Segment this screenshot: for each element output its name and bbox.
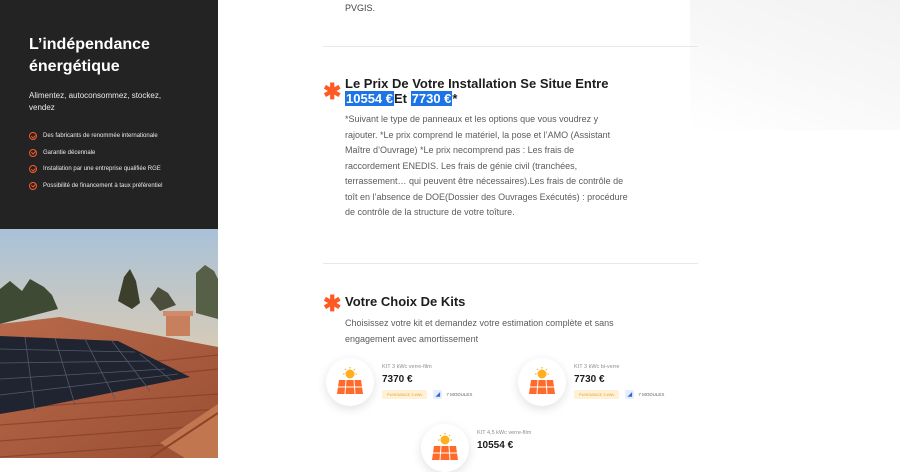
sidebar-subtitle: Alimentez, autoconsommez, stockez, vende… — [29, 91, 162, 112]
kit-price: 7370 € — [382, 374, 413, 385]
check-circle-icon — [29, 181, 37, 190]
power-badge: PUISSANCE 3 kWc — [574, 390, 620, 399]
background-decoration — [690, 0, 900, 130]
power-badge: PUISSANCE 3 kWc — [382, 390, 428, 399]
price-range: 10554 €Et 7730 €* — [345, 91, 457, 106]
feature-label: Possibilité de financement à taux préfér… — [43, 182, 163, 189]
sidebar-title: L’indépendance énergétique — [29, 36, 150, 75]
feature-item: Des fabricants de renommée international… — [29, 128, 218, 145]
section-divider — [323, 46, 698, 47]
pvgis-text: PVGIS. — [345, 3, 376, 13]
kits-heading: Votre Choix De Kits — [345, 294, 466, 309]
feature-item: Garantie décennale — [29, 145, 218, 162]
price-low: 10554 € — [345, 91, 394, 106]
price-asterisk: * — [452, 91, 458, 106]
check-circle-icon — [29, 148, 37, 157]
kit-name: KIT 3 kWc bi-verre — [574, 364, 620, 370]
feature-list: Des fabricants de renommée international… — [29, 128, 218, 194]
feature-label: Des fabricants de renommée international… — [43, 133, 158, 140]
kits-intro: Choisissez votre kit et demandez votre e… — [345, 318, 614, 344]
modules-badge: ◢ 7 MODULES — [625, 390, 664, 399]
feature-item: Possibilité de financement à taux préfér… — [29, 178, 218, 195]
kit-card[interactable]: KIT 3 kWc bi-verre 7730 € PUISSANCE 3 kW… — [518, 358, 664, 406]
price-connector: Et — [394, 91, 407, 106]
price-high: 7730 € — [410, 91, 453, 106]
asterisk-icon: ✱ — [323, 291, 342, 316]
price-heading: Le Prix De Votre Installation Se Situe E… — [345, 76, 609, 91]
kit-price: 7730 € — [574, 374, 605, 385]
kit-card[interactable]: KIT 3 kWc verre-film 7370 € PUISSANCE 3 … — [326, 358, 472, 406]
price-details: *Suivant le type de panneaux et les opti… — [345, 114, 628, 217]
modules-label: 7 MODULES — [446, 392, 473, 397]
kit-name: KIT 4,5 kWc verre-film — [477, 430, 532, 436]
feature-item: Installation par une entreprise qualifié… — [29, 161, 218, 178]
modules-label: 7 MODULES — [638, 392, 665, 397]
solar-roof-photo — [0, 229, 218, 458]
kit-price: 10554 € — [477, 440, 514, 451]
kit-name: KIT 3 kWc verre-film — [382, 364, 432, 370]
feature-label: Garantie décennale — [43, 149, 96, 156]
section-divider — [323, 263, 698, 264]
feature-label: Installation par une entreprise qualifié… — [43, 166, 161, 173]
solar-panel-icon — [518, 358, 566, 406]
sidebar-panel: L’indépendance énergétique Alimentez, au… — [0, 0, 218, 229]
module-icon: ◢ — [433, 390, 443, 399]
solar-panel-icon — [421, 424, 469, 472]
module-icon: ◢ — [625, 390, 635, 399]
kit-card[interactable]: KIT 4,5 kWc verre-film 10554 € — [421, 424, 531, 472]
solar-panel-icon — [326, 358, 374, 406]
check-circle-icon — [29, 165, 37, 174]
asterisk-icon: ✱ — [323, 79, 342, 104]
modules-badge: ◢ 7 MODULES — [433, 390, 472, 399]
check-circle-icon — [29, 132, 37, 141]
